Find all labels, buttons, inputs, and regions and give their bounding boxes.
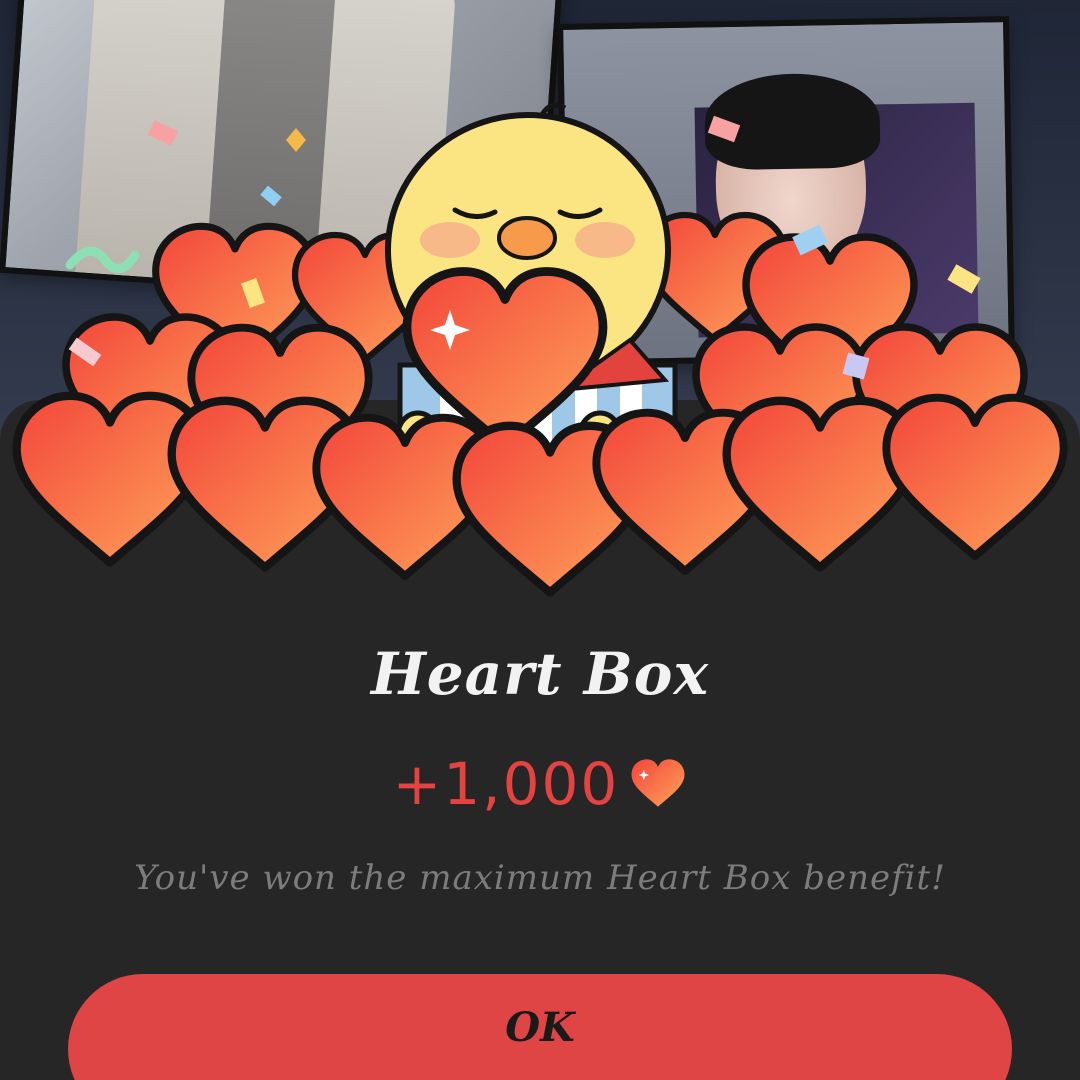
heart-box-illustration — [0, 90, 1080, 610]
ok-button[interactable]: OK — [68, 974, 1012, 1080]
dialog-title: Heart Box — [370, 640, 710, 708]
heart-decoration — [886, 398, 1063, 556]
heart-box-screen: Heart Box +1,000 You've won the maximum … — [0, 0, 1080, 1080]
heart-icon — [629, 758, 687, 810]
ok-button-label: OK — [505, 1004, 575, 1051]
reward-amount-row: +1,000 — [0, 750, 1080, 818]
reward-amount: +1,000 — [392, 750, 620, 818]
reward-message: You've won the maximum Heart Box benefit… — [134, 858, 946, 898]
heart-decoration — [727, 401, 914, 568]
